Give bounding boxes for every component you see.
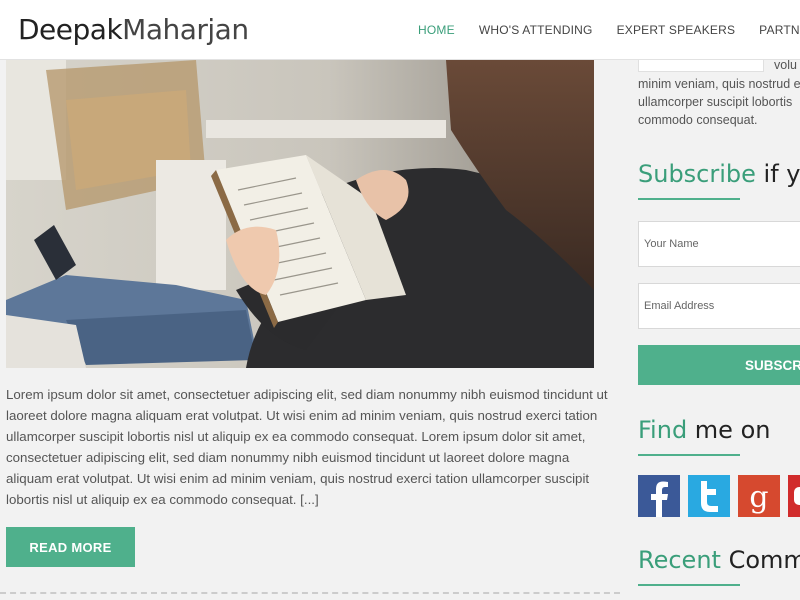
subscribe-button[interactable]: SUBSCR [638, 345, 800, 385]
nav-partners[interactable]: PARTNERS [759, 23, 800, 37]
heading-accent: Recent [638, 546, 721, 574]
nav-expert-speakers[interactable]: EXPERT SPEAKERS [617, 23, 736, 37]
reading-photo [6, 60, 594, 368]
facebook-icon[interactable] [638, 475, 680, 517]
nav-home[interactable]: HOME [418, 23, 455, 37]
google-plus-icon[interactable]: g [738, 475, 780, 517]
name-input[interactable]: Your Name [638, 221, 800, 267]
name-placeholder: Your Name [644, 238, 699, 250]
twitter-icon[interactable] [688, 475, 730, 517]
youtube-icon[interactable] [788, 475, 800, 517]
snippet-line: commodo consequat. [638, 113, 758, 127]
snippet-line: minim veniam, quis nostrud e [638, 77, 800, 91]
heading-rest: Comme [728, 546, 800, 574]
find-me-heading: Find me on [638, 416, 770, 444]
heading-underline [638, 198, 740, 200]
read-more-button[interactable]: READ MORE [6, 527, 135, 567]
sidebar-snippet-fragment: volu [774, 58, 797, 72]
email-placeholder: Email Address [644, 300, 715, 312]
post-excerpt: Lorem ipsum dolor sit amet, consectetuer… [6, 387, 608, 507]
heading-underline [638, 584, 740, 586]
site-logo[interactable]: DeepakMaharjan [18, 13, 249, 46]
snippet-line: ullamcorper suscipit lobortis [638, 95, 793, 109]
email-input[interactable]: Email Address [638, 283, 800, 329]
cut-off-widget-box [638, 60, 764, 72]
site-header: DeepakMaharjan HOME WHO'S ATTENDING EXPE… [0, 0, 800, 60]
svg-text:g: g [749, 480, 768, 515]
sidebar-text-snippet: minim veniam, quis nostrud e ullamcorper… [638, 75, 800, 129]
heading-underline [638, 454, 740, 456]
heading-accent: Find [638, 416, 688, 444]
heading-accent: Subscribe [638, 160, 756, 188]
main-nav: HOME WHO'S ATTENDING EXPERT SPEAKERS PAR… [418, 23, 800, 37]
logo-last-name: Maharjan [122, 13, 249, 46]
recent-comments-heading: Recent Comme [638, 546, 800, 574]
nav-whos-attending[interactable]: WHO'S ATTENDING [479, 23, 593, 37]
divider [0, 592, 620, 594]
logo-first-name: Deepak [18, 13, 123, 46]
subscribe-heading: Subscribe if yo [638, 160, 800, 188]
post-featured-image[interactable] [6, 60, 594, 368]
heading-rest: if yo [763, 160, 800, 188]
heading-rest: me on [687, 416, 771, 444]
